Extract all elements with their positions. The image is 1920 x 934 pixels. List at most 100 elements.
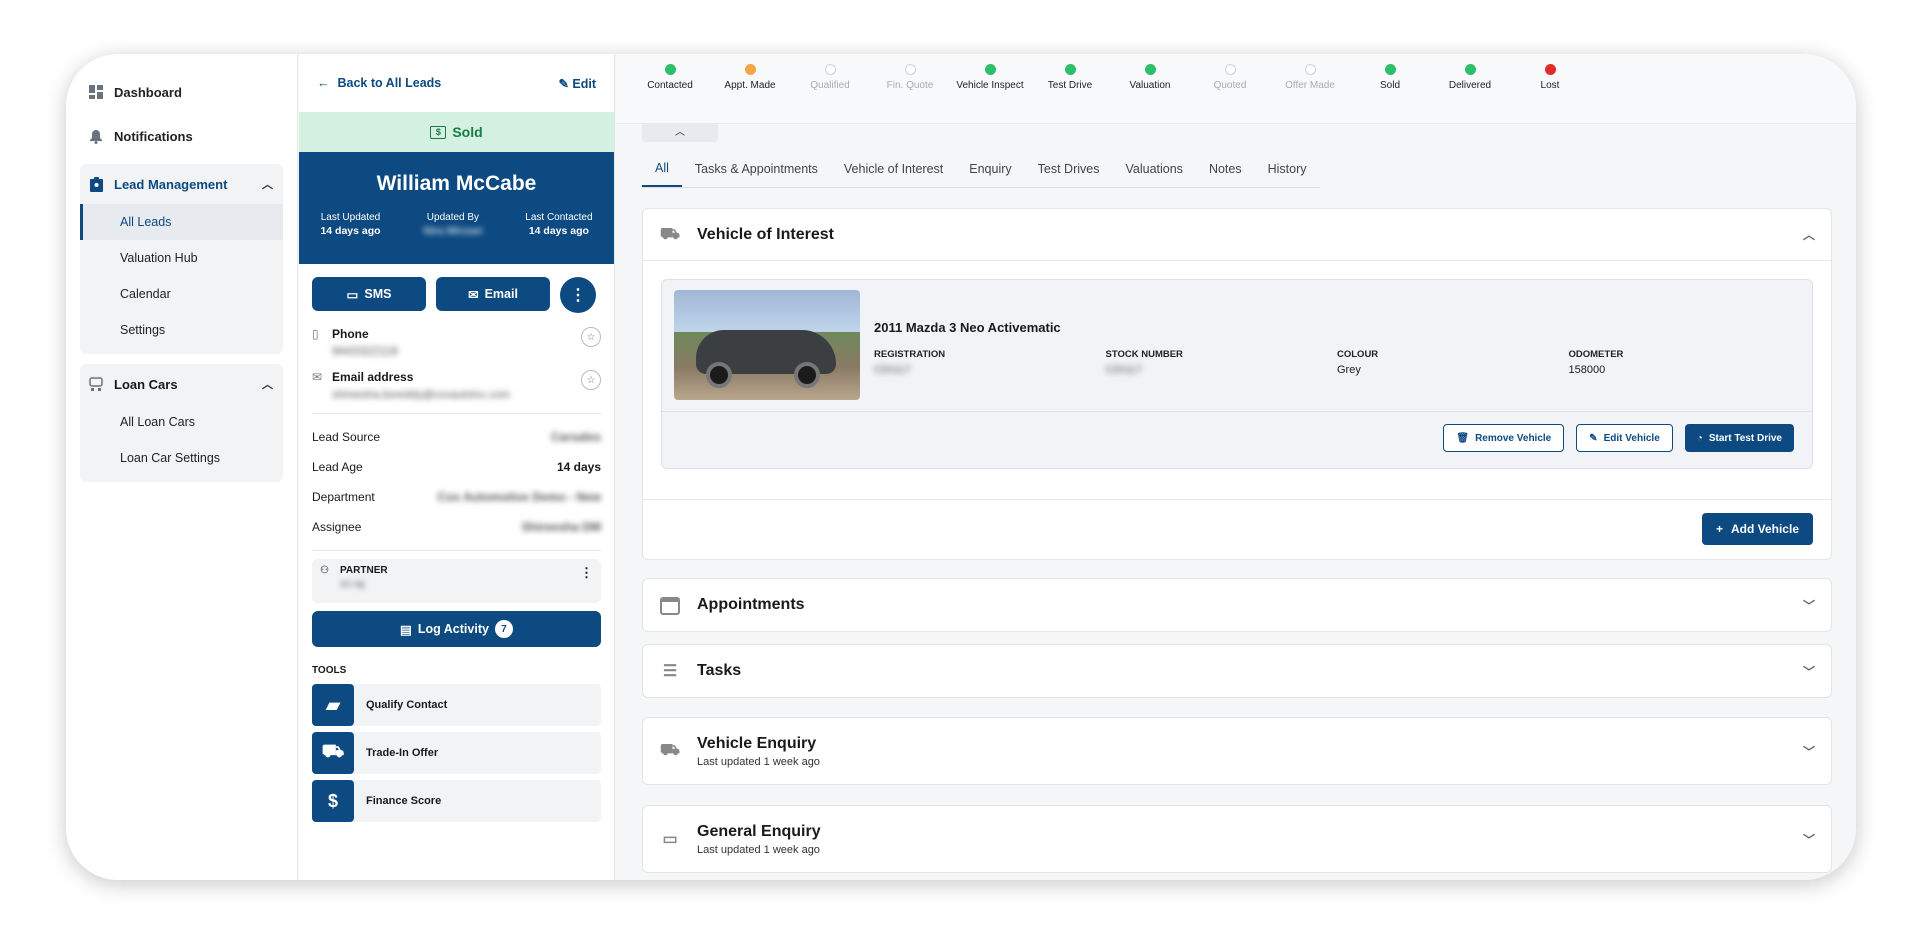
- nav-all-loan-cars[interactable]: All Loan Cars: [80, 404, 283, 440]
- add-vehicle-button[interactable]: + Add Vehicle: [1701, 513, 1813, 545]
- lead-panel: ← Back to All Leads ✎ Edit $ Sold William M…: [299, 54, 615, 880]
- tab-vehicle-of-interest[interactable]: Vehicle of Interest: [831, 150, 956, 187]
- vehicle-of-interest-panel: ⛟ Vehicle of Interest ︿ 2011 Mazda 3 Neo A…: [642, 208, 1832, 560]
- stage-offer-made[interactable]: Offer Made: [1270, 54, 1350, 123]
- nav-all-leads[interactable]: All Leads: [80, 204, 283, 240]
- panel-header[interactable]: ▭ General Enquiry Last updated 1 week ago ﹀: [643, 806, 1831, 872]
- trash-icon: 🗑: [1456, 432, 1470, 444]
- field-value: Cox Automotive Demo - New: [437, 490, 601, 504]
- panel-header[interactable]: Appointments ﹀: [643, 579, 1831, 631]
- vehicle-enquiry-panel: ⛟ Vehicle Enquiry Last updated 1 week ago ﹀: [642, 717, 1832, 785]
- stage-delivered[interactable]: Delivered: [1430, 54, 1510, 123]
- back-to-leads-link[interactable]: Back to All Leads: [338, 76, 442, 90]
- email-button[interactable]: ✉ Email: [436, 277, 550, 311]
- field-row: Lead Age 14 days: [299, 452, 614, 482]
- tab-tasks-appointments[interactable]: Tasks & Appointments: [682, 150, 831, 187]
- more-actions-button[interactable]: ⋮: [560, 277, 596, 313]
- chevron-up-icon: ︿: [675, 127, 685, 138]
- spec-label: ODOMETER: [1568, 349, 1624, 360]
- car-icon: ⛟: [659, 742, 681, 759]
- phone-icon: ▯: [312, 327, 319, 341]
- pipeline-stages: Contacted Appt. Made Qualified Fin. Quot…: [616, 54, 1856, 124]
- remove-vehicle-button[interactable]: 🗑 Remove Vehicle: [1443, 424, 1565, 452]
- stage-qualified[interactable]: Qualified: [790, 54, 870, 123]
- message-icon: ▭: [662, 831, 678, 848]
- log-activity-label: Log Activity: [417, 622, 489, 636]
- collapse-stages-button[interactable]: ︿: [642, 124, 718, 142]
- tool-trade-in-offer[interactable]: ⛟ Trade-In Offer: [312, 732, 601, 774]
- chat-bubbles-icon: ▰: [312, 684, 354, 726]
- mail-icon: ✉: [312, 370, 323, 384]
- panel-header[interactable]: ☰ Tasks ﹀: [643, 645, 1831, 697]
- chevron-up-icon: ︿: [262, 379, 273, 391]
- phone-value[interactable]: 9443322119: [332, 344, 398, 358]
- stage-vehicle-inspect[interactable]: Vehicle Inspect: [950, 54, 1030, 123]
- spec-value: Grey: [1337, 364, 1361, 376]
- nav-calendar[interactable]: Calendar: [80, 276, 283, 312]
- star-icon[interactable]: ☆: [581, 370, 601, 390]
- email-address-label: Email address: [332, 370, 414, 384]
- button-label: Remove Vehicle: [1475, 432, 1552, 444]
- stage-label: Fin. Quote: [886, 80, 934, 91]
- tool-qualify-contact[interactable]: ▰ Qualify Contact: [312, 684, 601, 726]
- stage-contacted[interactable]: Contacted: [630, 54, 710, 123]
- stage-sold[interactable]: Sold: [1350, 54, 1430, 123]
- tool-finance-score[interactable]: $ Finance Score: [312, 780, 601, 822]
- field-value: Shireesha DM: [521, 520, 601, 534]
- last-updated-value: 14 days ago: [320, 225, 381, 237]
- tab-history[interactable]: History: [1255, 150, 1320, 187]
- stage-label: Test Drive: [1047, 80, 1093, 91]
- nav-dashboard[interactable]: Dashboard: [80, 70, 283, 114]
- clipboard-icon: [88, 176, 104, 192]
- stage-test-drive[interactable]: Test Drive: [1030, 54, 1110, 123]
- pencil-icon: ✎: [1589, 432, 1598, 444]
- stage-label: Appt. Made: [724, 80, 776, 91]
- edit-vehicle-button[interactable]: ✎ Edit Vehicle: [1576, 424, 1673, 452]
- loan-car-icon: [88, 376, 104, 392]
- last-contacted-value: 14 days ago: [528, 225, 589, 237]
- divider: [643, 499, 1831, 500]
- log-activity-button[interactable]: ▤ Log Activity 7: [312, 611, 601, 647]
- spec-label: COLOUR: [1337, 349, 1379, 360]
- nav-valuation-hub[interactable]: Valuation Hub: [80, 240, 283, 276]
- spec-odometer: ODOMETER 158000: [1569, 349, 1801, 376]
- panel-title: Tasks: [697, 662, 742, 679]
- stage-label: Delivered: [1448, 80, 1492, 91]
- stage-valuation[interactable]: Valuation: [1110, 54, 1190, 123]
- tab-all[interactable]: All: [642, 150, 682, 187]
- stage-dot: [1464, 64, 1476, 75]
- dashboard-icon: [88, 84, 104, 100]
- more-vertical-icon[interactable]: ⋮: [580, 565, 593, 597]
- lead-name: William McCabe: [376, 172, 537, 195]
- nav-lead-settings[interactable]: Settings: [80, 312, 283, 348]
- app-window: Dashboard Notifications Lead Management ︿…: [66, 54, 1856, 880]
- sms-button[interactable]: ▭ SMS: [312, 277, 426, 311]
- nav-notifications[interactable]: Notifications: [80, 114, 283, 158]
- tab-test-drives[interactable]: Test Drives: [1025, 150, 1113, 187]
- stage-fin-quote[interactable]: Fin. Quote: [870, 54, 950, 123]
- checklist-icon: ☰: [662, 663, 678, 680]
- star-icon[interactable]: ☆: [581, 327, 601, 347]
- lead-management-toggle[interactable]: Lead Management ︿: [80, 164, 283, 204]
- tab-enquiry[interactable]: Enquiry: [956, 150, 1024, 187]
- stage-lost[interactable]: Lost: [1510, 54, 1590, 123]
- tab-notes[interactable]: Notes: [1196, 150, 1255, 187]
- loan-cars-toggle[interactable]: Loan Cars ︿: [80, 364, 283, 404]
- stage-appt-made[interactable]: Appt. Made: [710, 54, 790, 123]
- panel-header[interactable]: ⛟ Vehicle Enquiry Last updated 1 week ago ﹀: [643, 718, 1831, 784]
- spec-value: CDI117: [1105, 364, 1142, 376]
- chevron-up-icon: ︿: [1802, 228, 1815, 242]
- tools-heading: TOOLS: [312, 665, 347, 676]
- spec-colour: COLOUR Grey: [1337, 349, 1569, 376]
- field-label: Lead Age: [312, 460, 363, 474]
- phone-row: ▯ Phone 9443322119 ☆: [299, 323, 614, 366]
- panel-header[interactable]: ⛟ Vehicle of Interest ︿: [643, 209, 1831, 261]
- email-value[interactable]: shireesha.boreddy@coxautoinc.com: [332, 389, 510, 401]
- start-test-drive-button[interactable]: ◔ Start Test Drive: [1684, 424, 1794, 452]
- stage-quoted[interactable]: Quoted: [1190, 54, 1270, 123]
- dollar-icon: $: [312, 780, 354, 822]
- edit-lead-button[interactable]: ✎ Edit: [558, 76, 596, 91]
- last-updated-label: Last Updated: [320, 212, 381, 223]
- tab-valuations[interactable]: Valuations: [1112, 150, 1195, 187]
- nav-loan-car-settings[interactable]: Loan Car Settings: [80, 440, 283, 476]
